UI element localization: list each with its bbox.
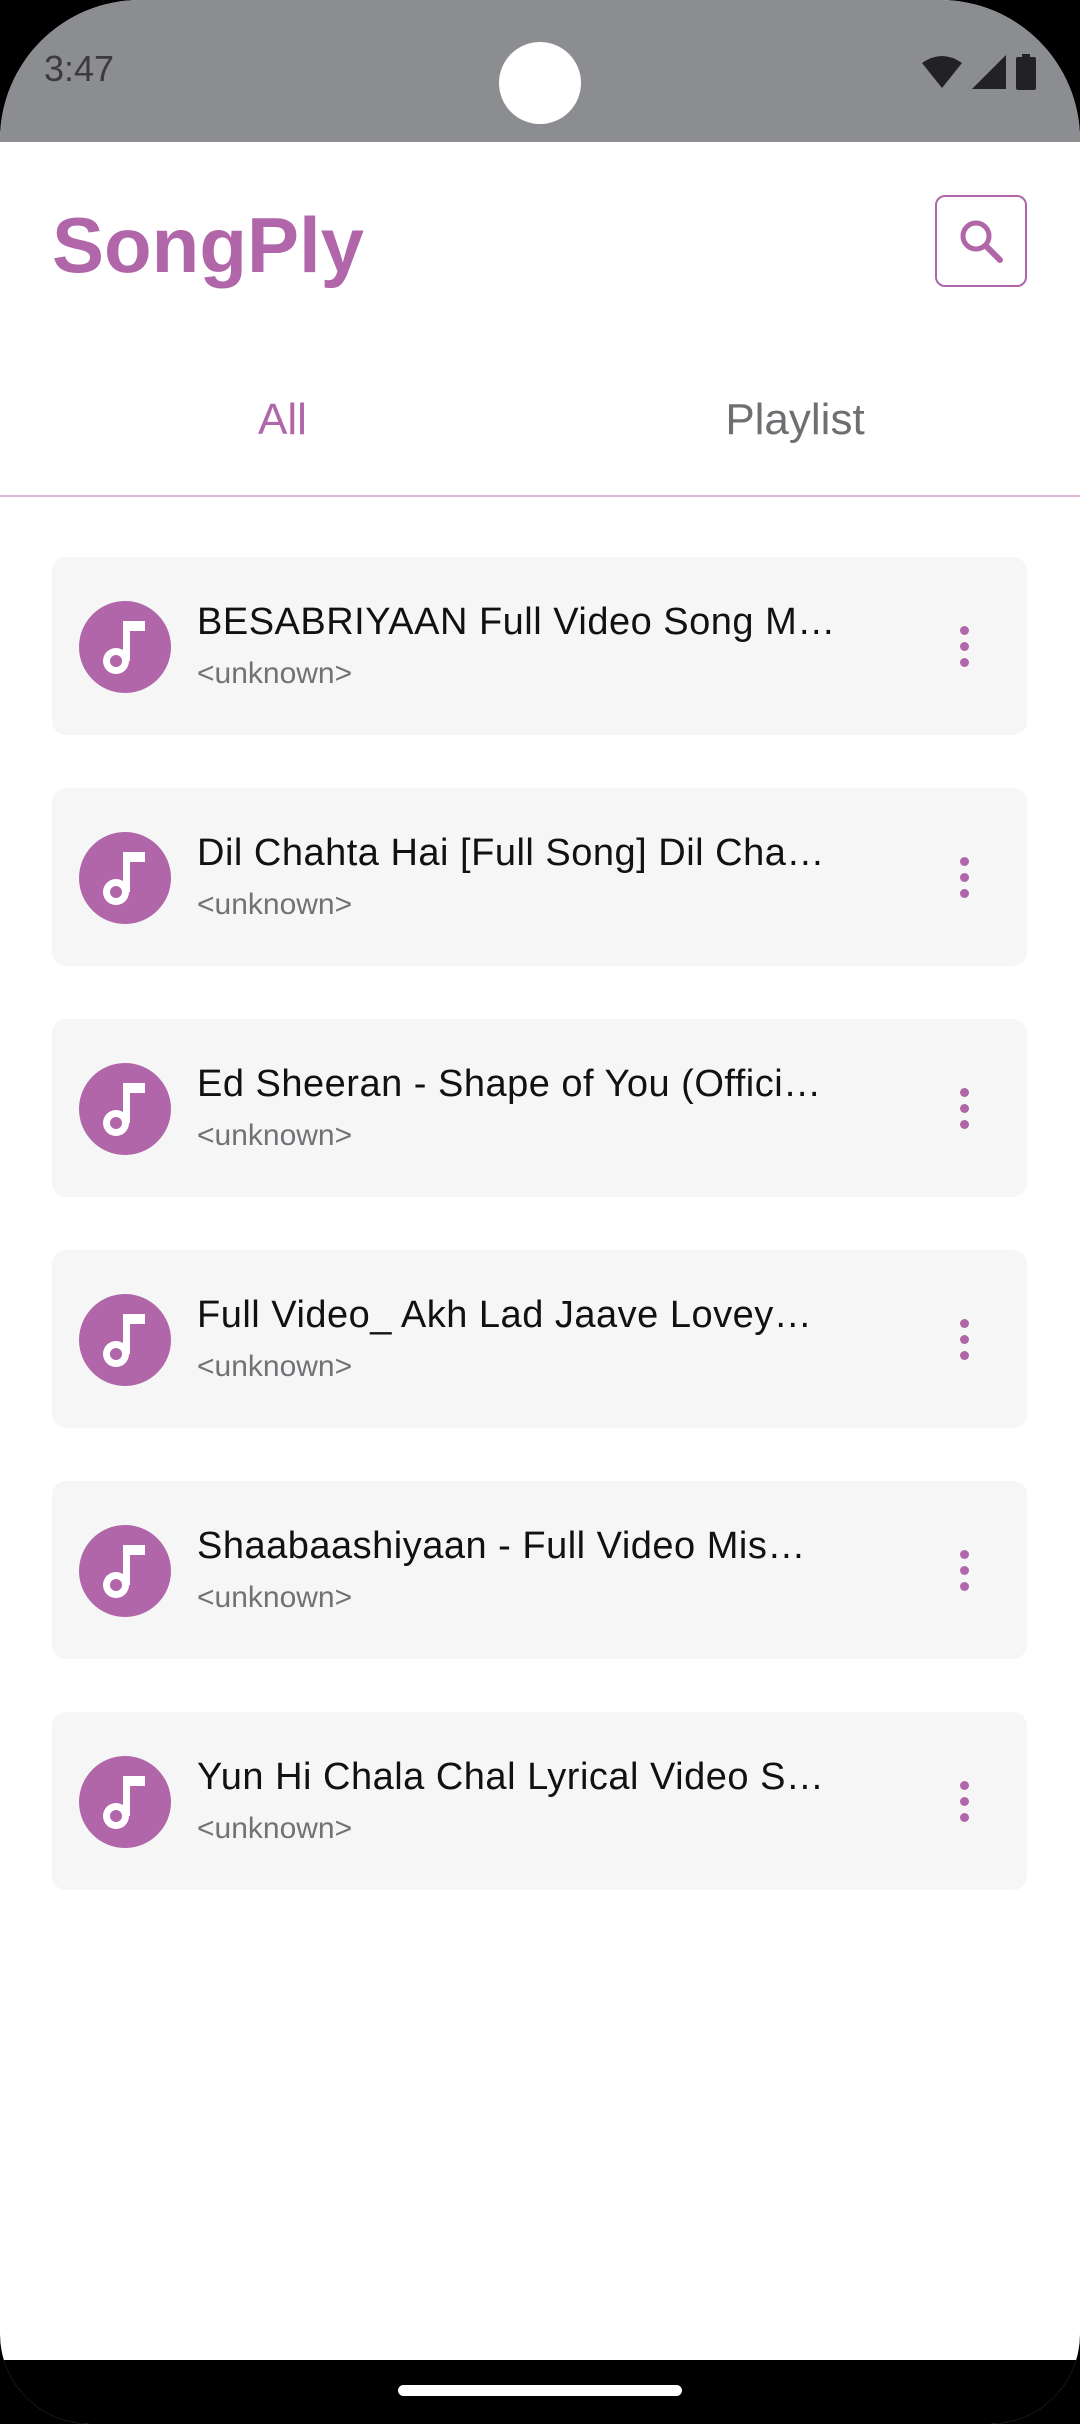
more-vert-icon[interactable] bbox=[939, 1308, 989, 1370]
song-artist: <unknown> bbox=[197, 1119, 353, 1152]
music-note-icon bbox=[103, 1545, 145, 1598]
music-note-icon bbox=[103, 1776, 145, 1829]
song-avatar bbox=[79, 601, 171, 693]
song-avatar bbox=[79, 1294, 171, 1386]
song-artist: <unknown> bbox=[197, 1812, 353, 1845]
song-title: Shaabaashiyaan - Full Video Mis… bbox=[197, 1525, 806, 1567]
status-icons bbox=[922, 52, 1036, 92]
song-title: Full Video_ Akh Lad Jaave Lovey… bbox=[197, 1294, 813, 1336]
more-vert-icon[interactable] bbox=[939, 846, 989, 908]
status-bar: 3:47 bbox=[0, 0, 1080, 142]
song-artist: <unknown> bbox=[197, 1350, 353, 1383]
more-vert-icon[interactable] bbox=[939, 1770, 989, 1832]
music-note-icon bbox=[103, 1314, 145, 1367]
home-indicator[interactable] bbox=[398, 2385, 682, 2396]
signal-icon bbox=[972, 55, 1006, 89]
tab-bar: All Playlist bbox=[0, 342, 1080, 497]
status-time: 3:47 bbox=[44, 48, 115, 89]
app-header: SongPly bbox=[0, 142, 1080, 342]
song-row[interactable]: Shaabaashiyaan - Full Video Mis… <unknow… bbox=[52, 1481, 1027, 1659]
wifi-icon bbox=[922, 56, 962, 88]
song-avatar bbox=[79, 1525, 171, 1617]
song-row[interactable]: Yun Hi Chala Chal Lyrical Video S… <unkn… bbox=[52, 1712, 1027, 1890]
song-title: BESABRIYAAN Full Video Song M… bbox=[197, 601, 836, 643]
music-note-icon bbox=[103, 852, 145, 905]
app-screen: 3:47 SongPly All Playlist BESABRIYAAN Fu… bbox=[0, 0, 1080, 2424]
battery-icon bbox=[1016, 54, 1036, 90]
song-title: Dil Chahta Hai [Full Song] Dil Cha… bbox=[197, 832, 825, 874]
music-note-icon bbox=[103, 1083, 145, 1136]
song-row[interactable]: BESABRIYAAN Full Video Song M… <unknown> bbox=[52, 557, 1027, 735]
song-avatar bbox=[79, 832, 171, 924]
song-row[interactable]: Full Video_ Akh Lad Jaave Lovey… <unknow… bbox=[52, 1250, 1027, 1428]
song-avatar bbox=[79, 1756, 171, 1848]
tab-playlist[interactable]: Playlist bbox=[540, 342, 1050, 497]
song-title: Yun Hi Chala Chal Lyrical Video S… bbox=[197, 1756, 825, 1798]
song-row[interactable]: Ed Sheeran - Shape of You (Offici… <unkn… bbox=[52, 1019, 1027, 1197]
camera-cutout bbox=[499, 42, 581, 124]
more-vert-icon[interactable] bbox=[939, 1539, 989, 1601]
music-note-icon bbox=[103, 621, 145, 674]
system-nav-bar bbox=[0, 2360, 1080, 2424]
song-artist: <unknown> bbox=[197, 1581, 353, 1614]
search-icon bbox=[960, 220, 1003, 263]
tab-all[interactable]: All bbox=[25, 342, 540, 497]
song-artist: <unknown> bbox=[197, 888, 353, 921]
app-title: SongPly bbox=[52, 201, 365, 289]
song-avatar bbox=[79, 1063, 171, 1155]
song-row[interactable]: Dil Chahta Hai [Full Song] Dil Cha… <unk… bbox=[52, 788, 1027, 966]
more-vert-icon[interactable] bbox=[939, 615, 989, 677]
more-vert-icon[interactable] bbox=[939, 1077, 989, 1139]
search-button[interactable] bbox=[935, 195, 1027, 287]
song-list: BESABRIYAAN Full Video Song M… <unknown>… bbox=[52, 557, 1027, 1943]
song-artist: <unknown> bbox=[197, 657, 353, 690]
song-title: Ed Sheeran - Shape of You (Offici… bbox=[197, 1063, 822, 1105]
